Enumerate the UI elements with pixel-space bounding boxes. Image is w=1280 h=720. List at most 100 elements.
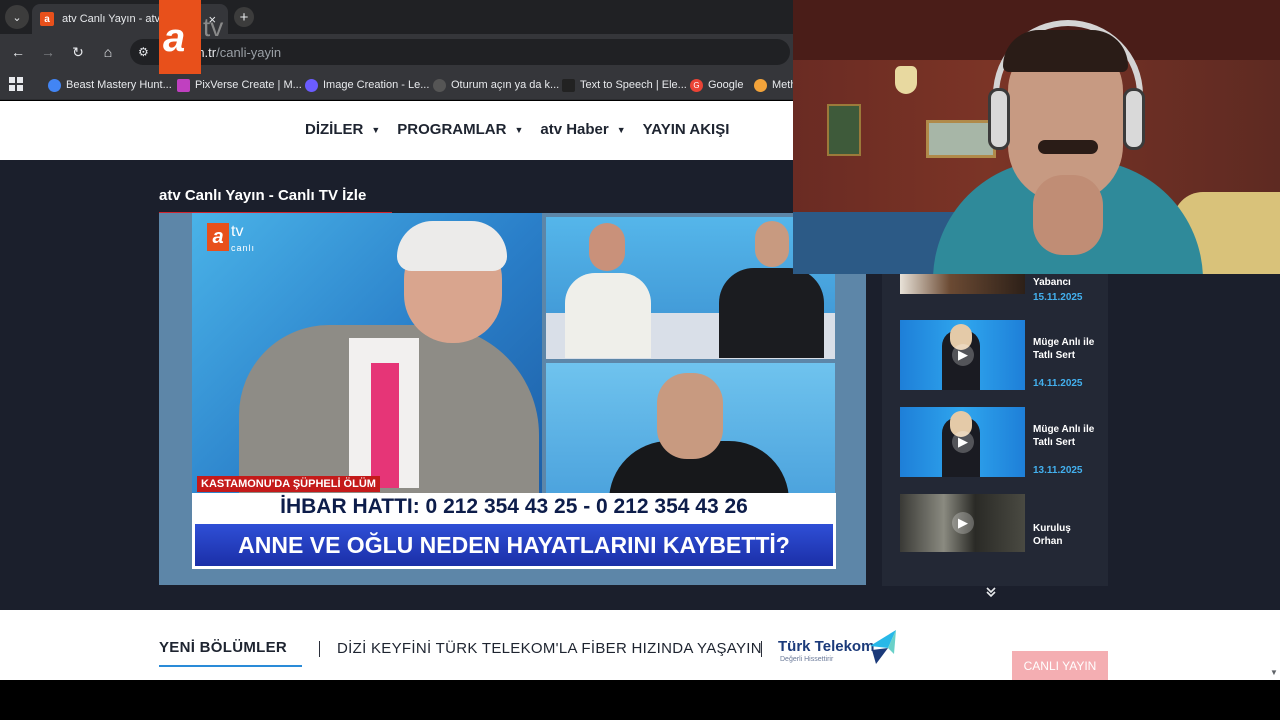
bookmark-item[interactable]: Oturum açın ya da k... — [433, 76, 559, 94]
bookmark-label: Oturum açın ya da k... — [451, 79, 560, 91]
logo-tv-text: tv — [203, 12, 224, 42]
episode-date: 15.11.2025 — [1033, 292, 1083, 303]
nav-label: PROGRAMLAR — [397, 121, 507, 138]
play-icon[interactable]: ▶ — [952, 512, 974, 534]
channel-bug-canli: canlı — [231, 243, 256, 253]
bookmark-favicon-icon — [48, 78, 61, 92]
promo-text[interactable]: DİZİ KEYFİNİ TÜRK TELEKOM'LA FİBER HIZIN… — [337, 640, 762, 657]
canli-yayin-button[interactable]: CANLI YAYIN — [1012, 651, 1108, 680]
bookmark-favicon-icon — [754, 78, 767, 92]
page-title: atv Canlı Yayın - Canlı TV İzle — [159, 187, 367, 204]
presenter-tie — [371, 363, 399, 488]
bookmark-item[interactable]: Text to Speech | Ele... — [562, 76, 687, 94]
person-hair — [1003, 30, 1128, 72]
episode-title: Müge Anlı ile Tatlı Sert — [1033, 337, 1095, 361]
atv-favicon-icon: a — [40, 12, 54, 26]
episode-title: Kuruluş Orhan — [1033, 523, 1071, 547]
site-header: DİZİLER ▼ PROGRAMLAR ▼ atv Haber ▼ YAYIN AK… — [0, 101, 793, 160]
episode-thumbnail: ▶ — [900, 494, 1025, 552]
address-bar[interactable]: ⚙ atv.com.tr /canli-yayin — [130, 39, 790, 65]
back-arrow-icon[interactable]: ← — [8, 42, 28, 62]
chevron-down-icon: ▼ — [371, 124, 381, 135]
chevron-down-icon: ▼ — [514, 124, 524, 135]
bookmark-item[interactable]: G Google — [690, 76, 743, 94]
episode-thumbnail: ▶ — [900, 407, 1025, 477]
headphone-right — [1123, 88, 1145, 150]
headphone-left — [988, 88, 1010, 150]
episode-thumbnail: ▶ — [900, 320, 1025, 390]
heading-underline — [159, 665, 302, 667]
episode-date: 14.11.2025 — [1033, 378, 1083, 389]
double-chevron-down-icon[interactable] — [985, 586, 997, 601]
nav-item-atv-haber[interactable]: atv Haber ▼ — [540, 121, 625, 138]
ceiling-lamp — [895, 66, 917, 94]
presenter-hair — [397, 221, 507, 271]
chevron-down-icon: ▼ — [616, 124, 626, 135]
nav-item-yayin-akisi[interactable]: YAYIN AKIŞI — [643, 121, 730, 138]
guest-head — [657, 373, 723, 459]
letterbox-bottom — [0, 680, 1280, 720]
bookmark-label: Text to Speech | Ele... — [580, 79, 687, 91]
nav-item-programlar[interactable]: PROGRAMLAR ▼ — [397, 121, 523, 138]
bookmark-favicon-icon — [433, 78, 446, 92]
main-nav: DİZİLER ▼ PROGRAMLAR ▼ atv Haber ▼ YAYIN AK… — [305, 121, 746, 138]
wall-picture — [926, 120, 996, 158]
forward-arrow-icon[interactable]: → — [38, 42, 58, 62]
tab-search-icon[interactable]: ⌄ — [5, 5, 29, 29]
bookmark-item[interactable]: Meth — [754, 76, 796, 94]
nav-label: atv Haber — [540, 121, 609, 138]
play-icon[interactable]: ▶ — [952, 344, 974, 366]
play-icon[interactable]: ▶ — [952, 431, 974, 453]
wall-picture — [827, 104, 861, 156]
episode-date: 13.11.2025 — [1033, 465, 1083, 476]
url-path: /canli-yayin — [216, 44, 282, 60]
bookmark-label: Beast Mastery Hunt... — [66, 79, 172, 91]
new-tab-button[interactable]: + — [234, 7, 254, 27]
bookmark-label: Google — [708, 79, 744, 91]
person-hand — [1033, 175, 1103, 255]
hotline-ticker: İHBAR HATTI: 0 212 354 43 25 - 0 212 354… — [192, 493, 836, 521]
webcam-overlay — [793, 0, 1280, 274]
bookmark-item[interactable]: Image Creation - Le... — [305, 76, 429, 94]
turk-telekom-logo[interactable]: Türk Telekom — [778, 638, 874, 655]
guest-head — [755, 221, 789, 267]
channel-bug-tv: tv — [231, 223, 244, 240]
guest-body — [719, 268, 824, 358]
yeni-bolumler-heading[interactable]: YENİ BÖLÜMLER — [159, 639, 287, 656]
headline-ticker: ANNE VE OĞLU NEDEN HAYATLARINI KAYBETTİ? — [192, 521, 836, 569]
home-icon[interactable]: ⌂ — [98, 42, 118, 62]
list-item[interactable]: ▶ Müge Anlı ile Tatlı Sert 13.11.2025 — [900, 407, 1100, 479]
episode-title: Yabancı — [1033, 277, 1071, 288]
apps-grid-icon[interactable] — [9, 77, 23, 91]
episode-sidebar: Yabancı 15.11.2025 ▶ Müge Anlı ile Tatlı… — [882, 274, 1108, 586]
nav-label: DİZİLER — [305, 121, 364, 138]
guest-body — [565, 273, 651, 358]
reload-icon[interactable]: ↻ — [68, 42, 88, 62]
nav-item-diziler[interactable]: DİZİLER ▼ — [305, 121, 380, 138]
turk-telekom-mark-icon — [870, 630, 896, 664]
site-settings-icon[interactable]: ⚙ — [138, 45, 156, 59]
new-episodes-strip: YENİ BÖLÜMLER DİZİ KEYFİNİ TÜRK TELEKOM'… — [0, 610, 1280, 680]
screen: ⌄ a atv Canlı Yayın - atv Canlı İzle 🔊 ×… — [0, 0, 1280, 720]
bookmark-item[interactable]: Beast Mastery Hunt... — [48, 76, 172, 94]
guest-head — [589, 223, 625, 271]
nav-label: YAYIN AKIŞI — [642, 121, 730, 138]
person-mustache — [1038, 140, 1098, 154]
bookmark-label: Image Creation - Le... — [323, 79, 430, 91]
live-video-player[interactable]: a tv canlı KASTAMONU'DA ŞÜPHELİ ÖLÜM İHB… — [159, 213, 866, 585]
bookmark-favicon-icon — [305, 78, 318, 92]
scroll-down-arrow-icon[interactable]: ▼ — [1270, 668, 1278, 677]
bookmark-favicon-icon — [177, 78, 190, 92]
bookmark-item[interactable]: PixVerse Create | M... — [177, 76, 302, 94]
telekom-slogan: Değerli Hissettirir — [780, 656, 834, 663]
list-item[interactable]: ▶ Müge Anlı ile Tatlı Sert 14.11.2025 — [900, 320, 1100, 392]
list-item[interactable]: ▶ Kuruluş Orhan — [900, 494, 1100, 566]
channel-bug-logo: a — [207, 223, 229, 251]
episode-thumbnail — [900, 274, 1025, 294]
news-topic-label: KASTAMONU'DA ŞÜPHELİ ÖLÜM — [197, 476, 380, 492]
bookmark-favicon-icon — [562, 78, 575, 92]
google-icon: G — [690, 78, 703, 92]
episode-title: Müge Anlı ile Tatlı Sert — [1033, 424, 1095, 448]
divider — [761, 641, 762, 657]
bookmark-label: PixVerse Create | M... — [195, 79, 302, 91]
